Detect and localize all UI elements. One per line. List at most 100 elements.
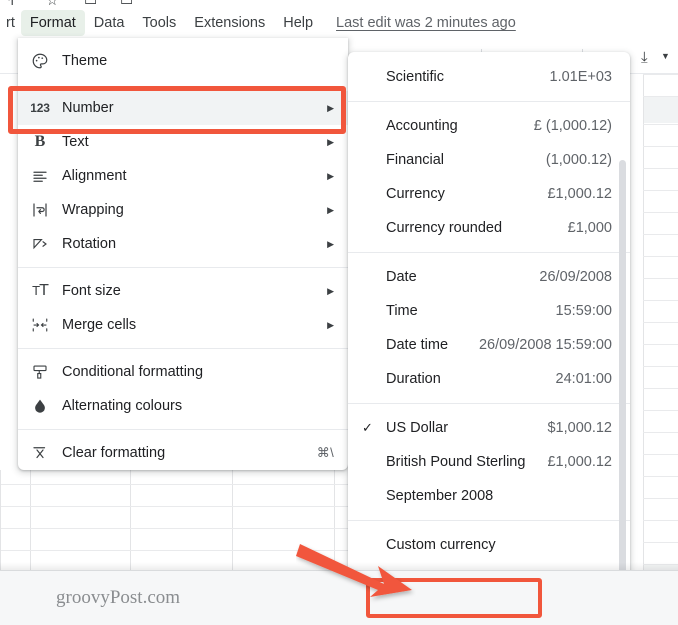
menu-item-theme[interactable]: Theme — [18, 44, 348, 78]
menu-item-text[interactable]: B Text ▶ — [18, 125, 348, 159]
submenu-item-label: Currency — [386, 186, 547, 202]
submenu-item-label: Time — [386, 303, 556, 319]
menu-item-alignment[interactable]: Alignment ▶ — [18, 159, 348, 193]
submenu-arrow-icon: ▶ — [327, 171, 334, 182]
submenu-item-label: September 2008 — [386, 488, 612, 504]
submenu-arrow-icon: ▶ — [327, 103, 334, 114]
insert-icon[interactable]: ⤓ — [641, 50, 648, 65]
grid-row-line — [0, 528, 348, 529]
grid-column-line — [130, 470, 131, 570]
format-dropdown-menu: Theme 123 Number ▶ B Text ▶ Alignment ▶ — [18, 38, 348, 470]
submenu-item-accounting[interactable]: Accounting £ (1,000.12) — [348, 109, 630, 143]
submenu-item-currency-rounded[interactable]: Currency rounded £1,000 — [348, 211, 630, 245]
submenu-item-financial[interactable]: Financial (1,000.12) — [348, 143, 630, 177]
submenu-scrollbar-thumb[interactable] — [619, 160, 626, 612]
grid-row-line — [0, 550, 348, 551]
submenu-item-british-pound-sterling[interactable]: British Pound Sterling £1,000.12 — [348, 445, 630, 479]
menu-item-wrapping[interactable]: Wrapping ▶ — [18, 193, 348, 227]
grid-column-line — [0, 470, 1, 570]
menu-separator — [18, 267, 348, 268]
grid-row-line — [643, 190, 678, 191]
grid-column-line — [232, 470, 233, 570]
menu-item-label: Number — [62, 100, 319, 116]
submenu-arrow-icon: ▶ — [327, 205, 334, 216]
menu-item-alternating-colours[interactable]: Alternating colours — [18, 389, 348, 423]
menu-bar: rt Format Data Tools Extensions Help Las… — [0, 8, 678, 38]
submenu-item-date[interactable]: Date 26/09/2008 — [348, 260, 630, 294]
grid-row-line — [643, 300, 678, 301]
menu-item-conditional-formatting[interactable]: Conditional formatting — [18, 355, 348, 389]
grid-row-line — [643, 124, 678, 125]
menu-item-label: Conditional formatting — [62, 364, 334, 380]
wrapping-icon — [18, 201, 62, 219]
submenu-item-scientific[interactable]: Scientific 1.01E+03 — [348, 60, 630, 94]
menubar-item-data[interactable]: Data — [85, 10, 134, 36]
submenu-item-label: Duration — [386, 371, 556, 387]
submenu-item-sample: £1,000.12 — [547, 454, 612, 470]
alignment-icon — [18, 167, 62, 185]
menu-item-label: Alignment — [62, 168, 319, 184]
submenu-item-label: Financial — [386, 152, 546, 168]
submenu-item-us-dollar[interactable]: ✓ US Dollar $1,000.12 — [348, 411, 630, 445]
last-edit-status[interactable]: Last edit was 2 minutes ago — [336, 15, 516, 31]
screenshot-root: ▬ ▬ ▬ ⌃ ⟋ ▭ ⊞ ▭ ⤓ ▼ ↰ ☆ ▭ ▭ rt Format Da… — [0, 0, 678, 625]
submenu-item-label: Accounting — [386, 118, 534, 134]
submenu-item-date-time[interactable]: Date time 26/09/2008 15:59:00 — [348, 328, 630, 362]
submenu-separator — [348, 403, 630, 404]
submenu-arrow-icon: ▶ — [327, 137, 334, 148]
number-submenu: Scientific 1.01E+03 Accounting £ (1,000.… — [348, 52, 630, 625]
submenu-item-sample: £ (1,000.12) — [534, 118, 612, 134]
menu-item-number[interactable]: 123 Number ▶ — [18, 91, 348, 125]
menu-item-merge-cells[interactable]: Merge cells ▶ — [18, 308, 348, 342]
clear-formatting-icon — [18, 444, 62, 462]
menubar-item-extensions[interactable]: Extensions — [185, 10, 274, 36]
grid-row-line — [643, 234, 678, 235]
menu-separator — [18, 348, 348, 349]
grid-row-line — [643, 256, 678, 257]
rotation-icon — [18, 235, 62, 253]
grid-row-line — [643, 520, 678, 521]
grid-row-line — [643, 454, 678, 455]
menubar-item-insert-cut[interactable]: rt — [0, 10, 21, 36]
submenu-item-time[interactable]: Time 15:59:00 — [348, 294, 630, 328]
submenu-item-sample: £1,000.12 — [547, 186, 612, 202]
menu-item-label: Merge cells — [62, 317, 319, 333]
selected-cell-band — [644, 97, 678, 123]
submenu-item-custom-currency[interactable]: Custom currency — [348, 528, 630, 562]
menu-item-font-size[interactable]: TT Font size ▶ — [18, 274, 348, 308]
menubar-item-format[interactable]: Format — [21, 10, 85, 36]
grid-row-line — [0, 506, 348, 507]
menu-item-label: Theme — [62, 53, 334, 69]
submenu-item-duration[interactable]: Duration 24:01:00 — [348, 362, 630, 396]
cut-off-toolbar-row: ↰ ☆ ▭ ▭ — [0, 0, 678, 8]
menu-separator — [18, 429, 348, 430]
check-icon: ✓ — [362, 420, 386, 436]
grid-row-line — [643, 278, 678, 279]
grid-row-line — [643, 322, 678, 323]
menu-item-shortcut: ⌘\ — [317, 445, 334, 461]
bold-b-icon: B — [18, 133, 62, 151]
conditional-formatting-icon — [18, 363, 62, 381]
submenu-item-sample: 26/09/2008 15:59:00 — [479, 337, 612, 353]
submenu-item-september-2008[interactable]: September 2008 — [348, 479, 630, 513]
submenu-item-sample: (1,000.12) — [546, 152, 612, 168]
menu-item-clear-formatting[interactable]: Clear formatting ⌘\ — [18, 436, 348, 470]
menu-item-label: Font size — [62, 283, 319, 299]
grid-row-line — [643, 146, 678, 147]
grid-column-line — [334, 470, 335, 570]
more-options-chevron-icon[interactable]: ▼ — [661, 52, 670, 61]
menubar-item-help[interactable]: Help — [274, 10, 322, 36]
grid-row-line — [643, 498, 678, 499]
submenu-item-currency[interactable]: Currency £1,000.12 — [348, 177, 630, 211]
merge-cells-icon — [18, 316, 62, 334]
menubar-item-tools[interactable]: Tools — [133, 10, 185, 36]
grid-row-line — [643, 168, 678, 169]
submenu-item-sample: £1,000 — [568, 220, 612, 236]
menu-item-rotation[interactable]: Rotation ▶ — [18, 227, 348, 261]
submenu-item-label: US Dollar — [386, 420, 547, 436]
watermark-text: groovyPost.com — [56, 587, 180, 609]
submenu-item-label: Scientific — [386, 69, 550, 85]
grid-row-line — [643, 366, 678, 367]
submenu-arrow-icon: ▶ — [327, 320, 334, 331]
grid-row-line — [643, 410, 678, 411]
